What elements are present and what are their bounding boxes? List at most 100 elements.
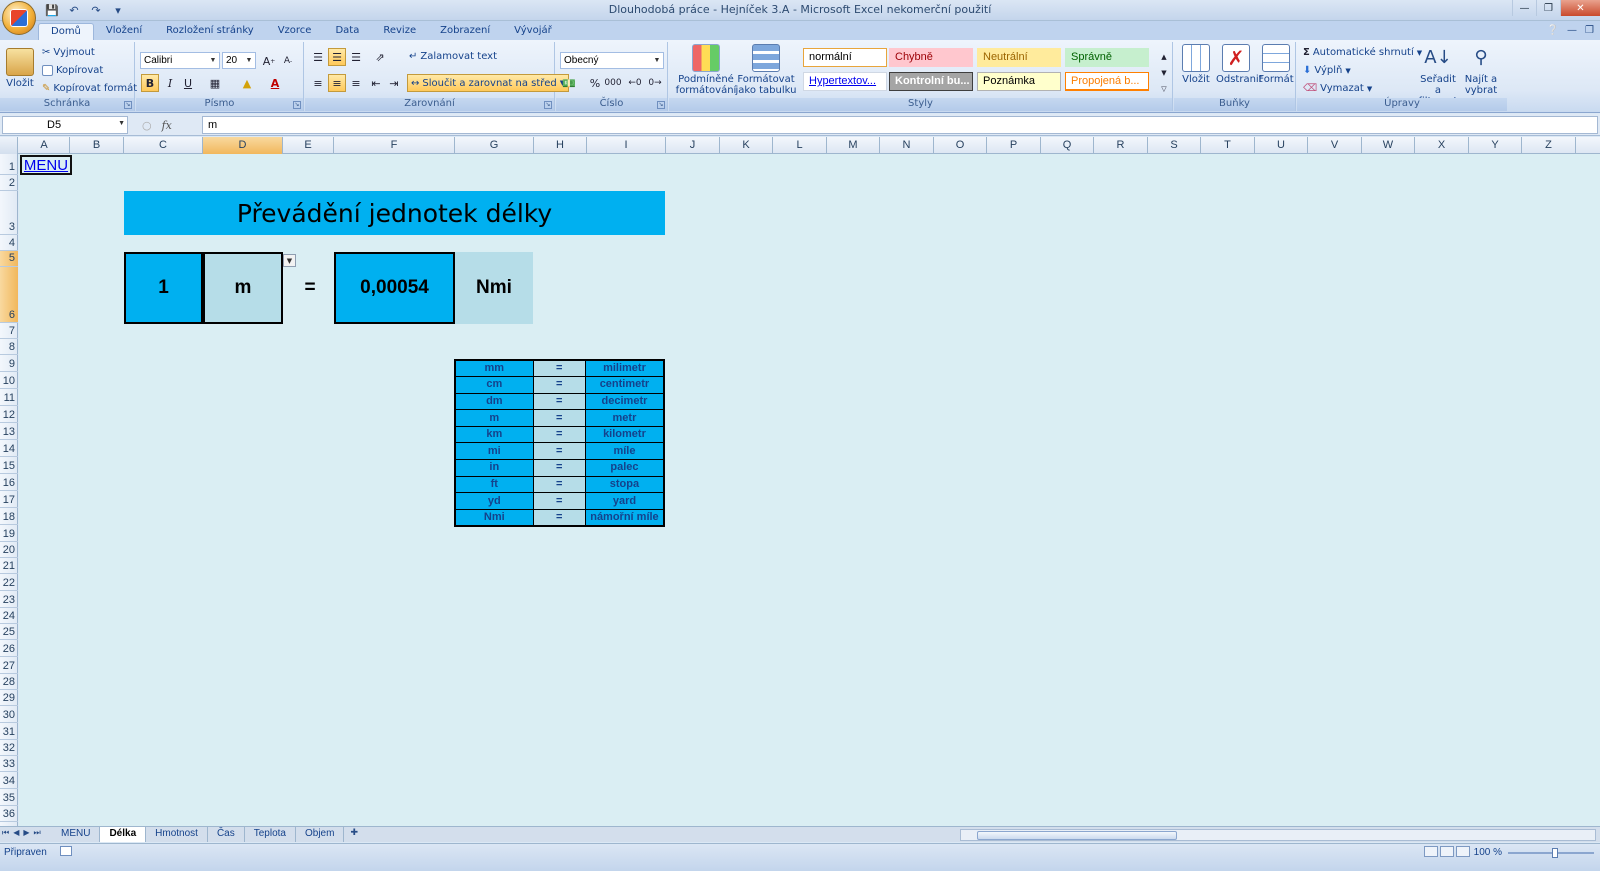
clipboard-launcher-icon[interactable]: ↘	[124, 101, 132, 109]
unit-eq-cell[interactable]: =	[532, 492, 586, 510]
row-header[interactable]: 30	[0, 706, 18, 723]
next-sheet-icon[interactable]: ▶	[23, 828, 29, 838]
unit-name-cell[interactable]: stopa	[584, 475, 665, 494]
unit-abbr-cell[interactable]: ft	[454, 475, 534, 494]
format-as-table-button[interactable]: Formátovat jako tabulku	[735, 44, 797, 96]
unit-name-cell[interactable]: decimetr	[584, 392, 665, 411]
number-format-combo[interactable]: Obecný ▼	[560, 52, 664, 69]
sheet-tab[interactable]: Čas	[208, 827, 245, 842]
row-header[interactable]: 28	[0, 674, 18, 690]
paste-button[interactable]: Vložit	[4, 44, 36, 89]
autosum-button[interactable]: Σ Automatické shrnutí ▼	[1303, 47, 1422, 58]
sheet-tab[interactable]: Teplota	[245, 827, 296, 842]
select-all-corner[interactable]	[0, 137, 18, 154]
shrink-font-icon[interactable]: A-	[279, 52, 297, 70]
row-header[interactable]: 32	[0, 740, 18, 756]
input-value-cell[interactable]: 1	[124, 252, 203, 324]
column-header[interactable]: O	[934, 137, 987, 154]
insert-function-button[interactable]: fx	[162, 119, 172, 132]
unit-name-cell[interactable]: palec	[584, 459, 665, 477]
row-header[interactable]: 7	[0, 323, 18, 339]
column-header[interactable]: D	[203, 137, 283, 154]
unit-name-cell[interactable]: milimetr	[584, 359, 665, 378]
row-header[interactable]: 12	[0, 406, 18, 423]
row-header[interactable]: 15	[0, 457, 18, 474]
grow-font-icon[interactable]: A +	[260, 52, 278, 70]
column-header[interactable]: Y	[1469, 137, 1522, 154]
column-header[interactable]: M	[827, 137, 880, 154]
merge-center-button[interactable]: ↔ Sloučit a zarovnat na střed ▼	[407, 74, 570, 92]
row-header[interactable]: 22	[0, 574, 18, 591]
column-header[interactable]: W	[1362, 137, 1415, 154]
row-header[interactable]: 9	[0, 355, 18, 372]
column-header[interactable]: B	[70, 137, 124, 154]
copy-button[interactable]: Kopírovat	[42, 65, 103, 76]
column-header[interactable]: X	[1415, 137, 1469, 154]
row-header[interactable]: 27	[0, 657, 18, 674]
unit-eq-cell[interactable]: =	[532, 409, 586, 427]
first-sheet-icon[interactable]: ⏮	[2, 828, 9, 838]
unit-name-cell[interactable]: centimetr	[584, 376, 665, 394]
unit-abbr-cell[interactable]: yd	[454, 492, 534, 510]
zoom-level[interactable]: 100 %	[1474, 847, 1502, 858]
column-header[interactable]: I	[587, 137, 666, 154]
font-color-icon[interactable]: A	[266, 74, 284, 92]
font-launcher-icon[interactable]: ↘	[293, 101, 301, 109]
alignment-launcher-icon[interactable]: ↘	[544, 101, 552, 109]
align-right-icon[interactable]: ≡	[347, 74, 365, 92]
unit-eq-cell[interactable]: =	[532, 376, 586, 394]
column-header[interactable]: C	[124, 137, 203, 154]
row-header[interactable]: 10	[0, 372, 18, 389]
align-top-icon[interactable]: ☰	[309, 48, 327, 66]
row-header[interactable]: 1	[0, 154, 18, 175]
row-header[interactable]: 25	[0, 624, 18, 640]
row-header[interactable]: 13	[0, 423, 18, 440]
unit-abbr-cell[interactable]: cm	[454, 376, 534, 394]
unit-name-cell[interactable]: metr	[584, 409, 665, 427]
row-header[interactable]: 4	[0, 235, 18, 251]
delete-cells-button[interactable]: ✗ Odstranit	[1216, 44, 1263, 85]
row-header[interactable]: 19	[0, 525, 18, 542]
normal-view-icon[interactable]	[1424, 846, 1438, 857]
cut-button[interactable]: ✂ Vyjmout	[42, 47, 95, 58]
page-break-view-icon[interactable]	[1456, 846, 1470, 857]
maximize-button[interactable]: ❐	[1536, 0, 1560, 16]
row-header[interactable]: 16	[0, 474, 18, 491]
unit-abbr-cell[interactable]: mi	[454, 442, 534, 461]
row-header[interactable]: 31	[0, 723, 18, 740]
align-bottom-icon[interactable]: ☰	[347, 48, 365, 66]
clear-button[interactable]: ⌫ Vymazat ▼	[1303, 83, 1372, 94]
worksheet[interactable]: MENU Převádění jednotek délky 1 m ▼ = 0,…	[19, 154, 1600, 826]
unit-name-cell[interactable]: kilometr	[584, 425, 665, 444]
row-header[interactable]: 29	[0, 690, 18, 706]
column-header[interactable]: K	[720, 137, 773, 154]
page-layout-view-icon[interactable]	[1440, 846, 1454, 857]
row-header[interactable]: 21	[0, 558, 18, 574]
font-size-combo[interactable]: 20 ▼	[222, 52, 256, 69]
row-header[interactable]: 26	[0, 640, 18, 657]
row-header[interactable]: 2	[0, 175, 18, 191]
thousands-button[interactable]: 000	[604, 74, 622, 92]
fill-color-icon[interactable]: ▲	[238, 74, 256, 92]
unit-eq-cell[interactable]: =	[532, 459, 586, 477]
row-header[interactable]: 33	[0, 756, 18, 772]
column-header[interactable]: G	[455, 137, 534, 154]
borders-icon[interactable]: ▦	[206, 74, 224, 92]
align-middle-icon[interactable]: ☰	[328, 48, 346, 66]
sheet-tab[interactable]: MENU	[52, 827, 101, 842]
format-cells-button[interactable]: Formát	[1258, 44, 1294, 85]
horizontal-scrollbar[interactable]	[960, 829, 1596, 841]
number-launcher-icon[interactable]: ↘	[657, 101, 665, 109]
column-header[interactable]: T	[1201, 137, 1255, 154]
macro-record-icon[interactable]	[60, 846, 72, 856]
cell-style-6[interactable]: Kontrolní bu...	[889, 72, 973, 91]
increase-decimal-icon[interactable]: ←0	[626, 74, 644, 92]
orientation-icon[interactable]: ⇗	[371, 48, 389, 66]
row-header[interactable]: 14	[0, 440, 18, 457]
row-header[interactable]: 11	[0, 389, 18, 406]
unit-abbr-cell[interactable]: in	[454, 459, 534, 477]
wrap-text-button[interactable]: ↵ Zalamovat text	[409, 51, 497, 62]
bold-button[interactable]: B	[141, 74, 159, 92]
office-button[interactable]	[2, 1, 36, 35]
column-header[interactable]: L	[773, 137, 827, 154]
